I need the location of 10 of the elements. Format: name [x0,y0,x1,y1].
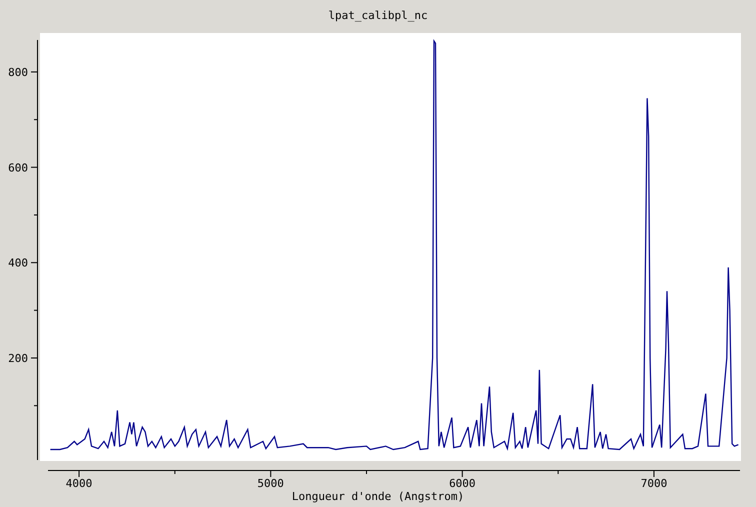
chart-title: lpat_calibpl_nc [328,9,428,22]
tick-label: 6000 [449,477,476,490]
axis-title: Longueur d'onde (Angstrom) [292,490,464,503]
tick-label: 200 [8,352,28,365]
tick-label: 400 [8,256,28,270]
tick-label: 800 [8,66,28,79]
tick-label: 5000 [257,477,284,490]
tick-label: 7000 [640,477,668,490]
tick-label: 600 [8,161,28,174]
tick-label: 4000 [66,477,92,490]
